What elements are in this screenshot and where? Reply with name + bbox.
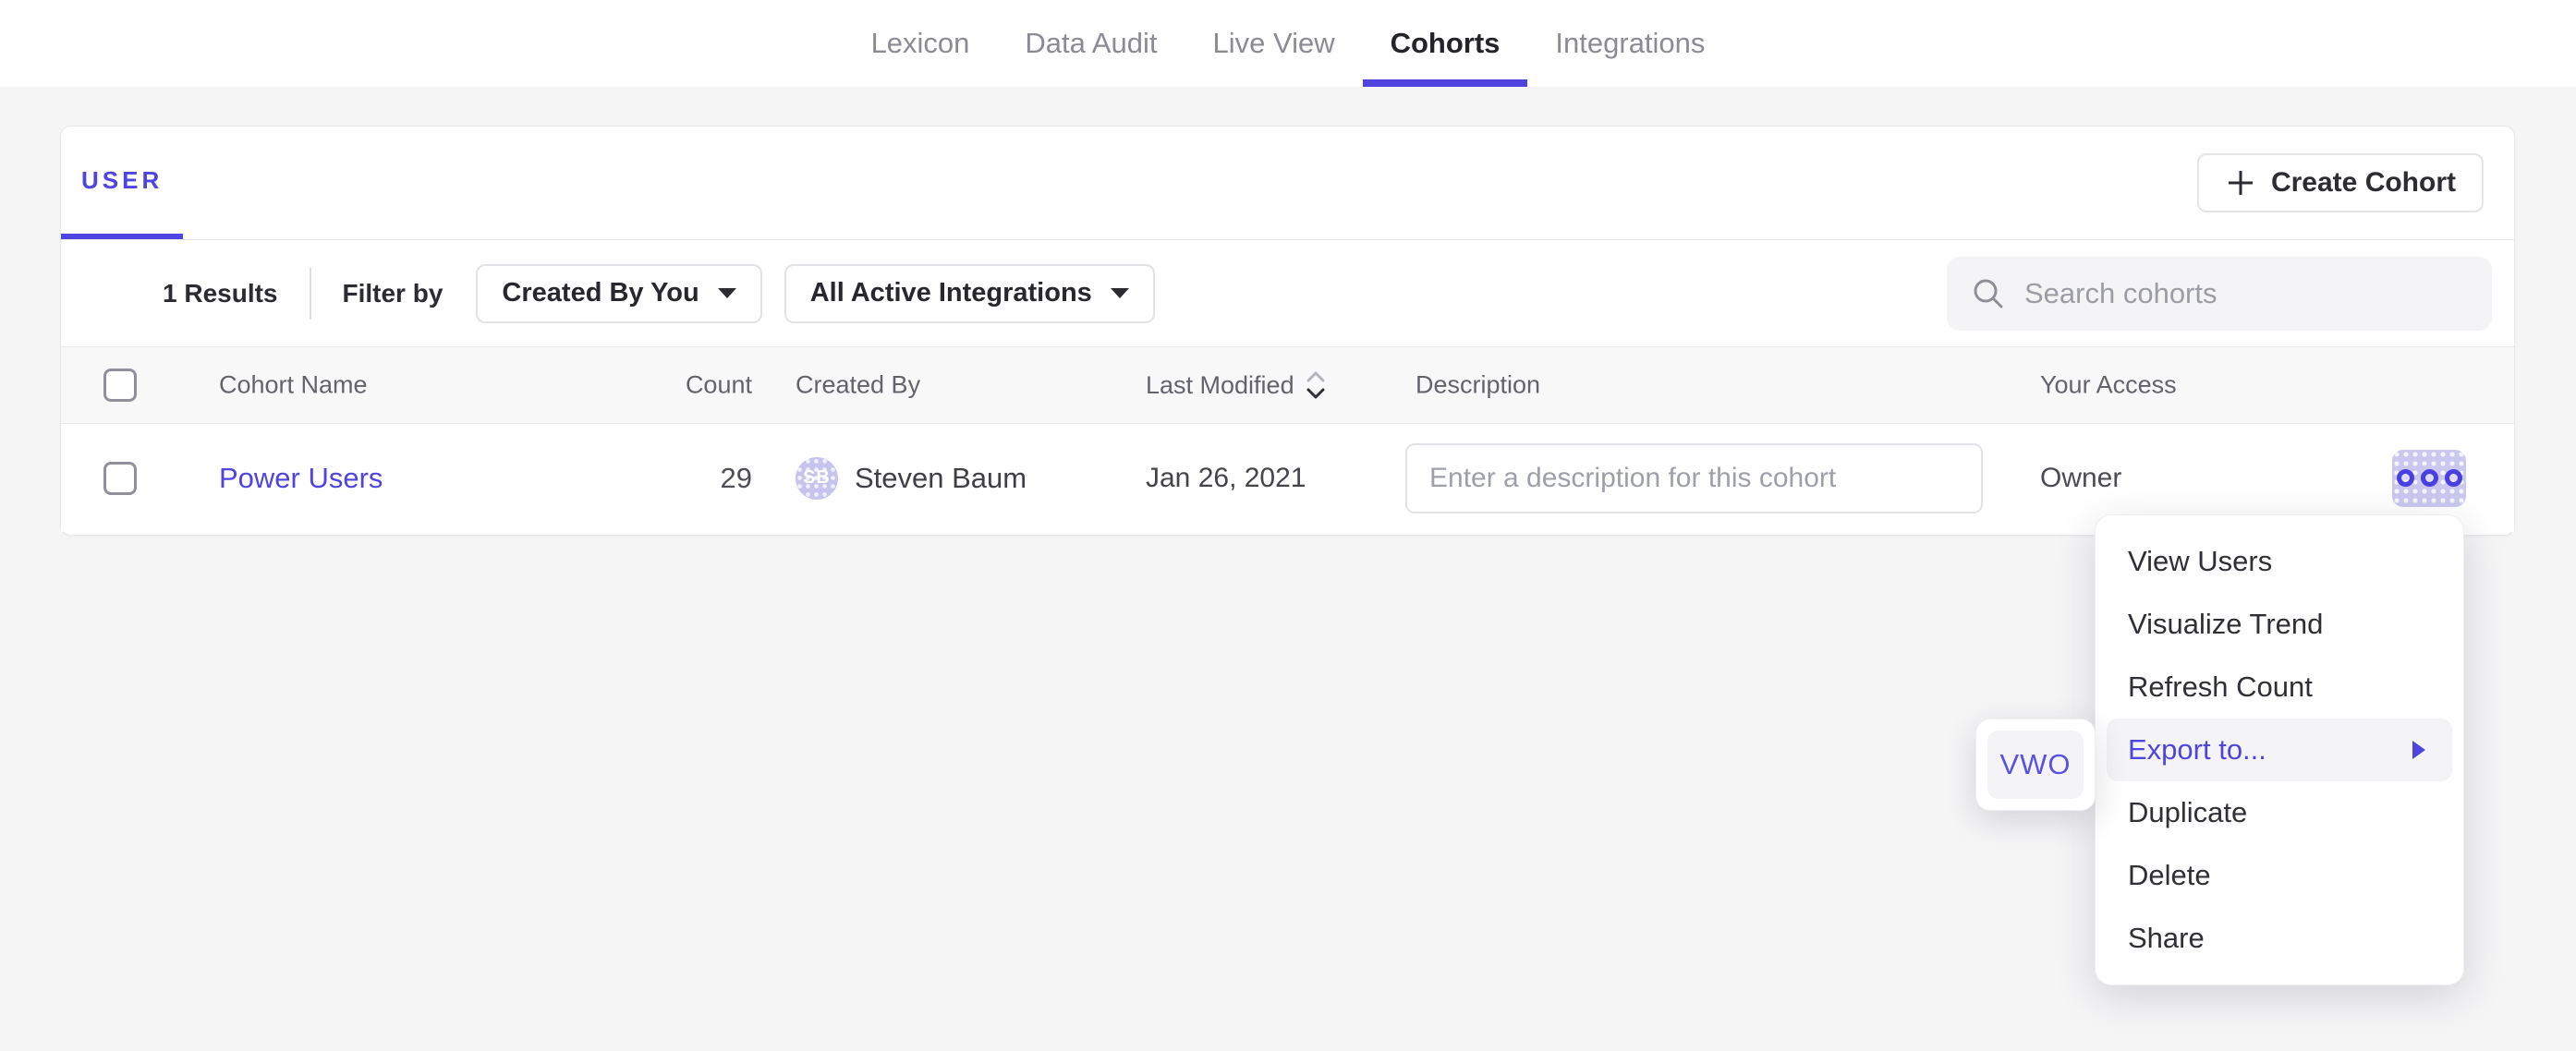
vertical-divider <box>310 268 311 320</box>
column-header-created-by: Created By <box>796 371 920 400</box>
nav-tab-live-view[interactable]: Live View <box>1185 0 1362 87</box>
menu-item-view-users[interactable]: View Users <box>2096 530 2463 593</box>
search-cohorts-box <box>1947 257 2492 331</box>
column-header-last-modified[interactable]: Last Modified <box>1146 368 1326 402</box>
nav-tab-lexicon[interactable]: Lexicon <box>844 0 998 87</box>
create-cohort-button[interactable]: Create Cohort <box>2197 153 2484 212</box>
access-level: Owner <box>2040 463 2121 494</box>
menu-item-refresh-count[interactable]: Refresh Count <box>2096 656 2463 719</box>
cohorts-panel: USER Create Cohort 1 Results Filter by C… <box>60 126 2515 536</box>
row-actions-button[interactable] <box>2392 450 2466 507</box>
export-to-label: Export to... <box>2128 733 2266 767</box>
filter-bar: 1 Results Filter by Created By You All A… <box>61 240 2514 346</box>
column-header-cohort-name: Cohort Name <box>219 371 368 400</box>
row-actions-menu: View Users Visualize Trend Refresh Count… <box>2095 514 2464 985</box>
menu-item-export-to[interactable]: Export to... <box>2107 719 2452 781</box>
export-submenu: VWO <box>1975 719 2096 811</box>
created-by-name: Steven Baum <box>855 462 1027 495</box>
menu-item-duplicate[interactable]: Duplicate <box>2096 781 2463 844</box>
cohort-count: 29 <box>556 462 752 495</box>
search-input[interactable] <box>2024 257 2492 331</box>
results-count: 1 Results <box>163 279 278 308</box>
submenu-item-vwo[interactable]: VWO <box>1987 731 2084 799</box>
column-header-count: Count <box>556 371 752 400</box>
top-navigation: Lexicon Data Audit Live View Cohorts Int… <box>0 0 2576 87</box>
created-by-filter-dropdown[interactable]: Created By You <box>476 264 761 323</box>
nav-tab-integrations[interactable]: Integrations <box>1527 0 1732 87</box>
nav-tab-data-audit[interactable]: Data Audit <box>997 0 1185 87</box>
filter-by-label: Filter by <box>343 279 444 308</box>
description-input[interactable] <box>1405 443 1983 513</box>
column-header-your-access: Your Access <box>2040 371 2177 400</box>
last-modified-date: Jan 26, 2021 <box>1146 463 1306 494</box>
column-header-description: Description <box>1416 371 1540 400</box>
menu-item-share[interactable]: Share <box>2096 907 2463 970</box>
sort-icon[interactable] <box>1306 368 1326 402</box>
plus-icon <box>2225 167 2256 199</box>
chevron-down-icon <box>718 288 736 298</box>
select-all-checkbox[interactable] <box>103 368 137 402</box>
nav-tab-cohorts[interactable]: Cohorts <box>1363 0 1528 87</box>
search-icon <box>1971 276 2006 311</box>
cohort-name-link[interactable]: Power Users <box>219 462 383 494</box>
integrations-filter-dropdown[interactable]: All Active Integrations <box>784 264 1155 323</box>
last-modified-label: Last Modified <box>1146 371 1294 400</box>
more-options-icon <box>2397 469 2414 487</box>
chevron-down-icon <box>1111 288 1129 298</box>
cohort-table-header: Cohort Name Count Created By Last Modifi… <box>61 346 2514 424</box>
tab-user[interactable]: USER <box>61 127 183 239</box>
submenu-arrow-icon <box>2412 741 2425 759</box>
integrations-filter-value: All Active Integrations <box>810 278 1092 308</box>
created-by-filter-value: Created By You <box>502 278 699 308</box>
cohort-type-tabs: USER Create Cohort <box>61 127 2514 240</box>
menu-item-visualize-trend[interactable]: Visualize Trend <box>2096 593 2463 656</box>
row-checkbox[interactable] <box>103 462 137 495</box>
avatar: SB <box>796 457 838 500</box>
create-cohort-label: Create Cohort <box>2271 167 2456 199</box>
menu-item-delete[interactable]: Delete <box>2096 844 2463 907</box>
